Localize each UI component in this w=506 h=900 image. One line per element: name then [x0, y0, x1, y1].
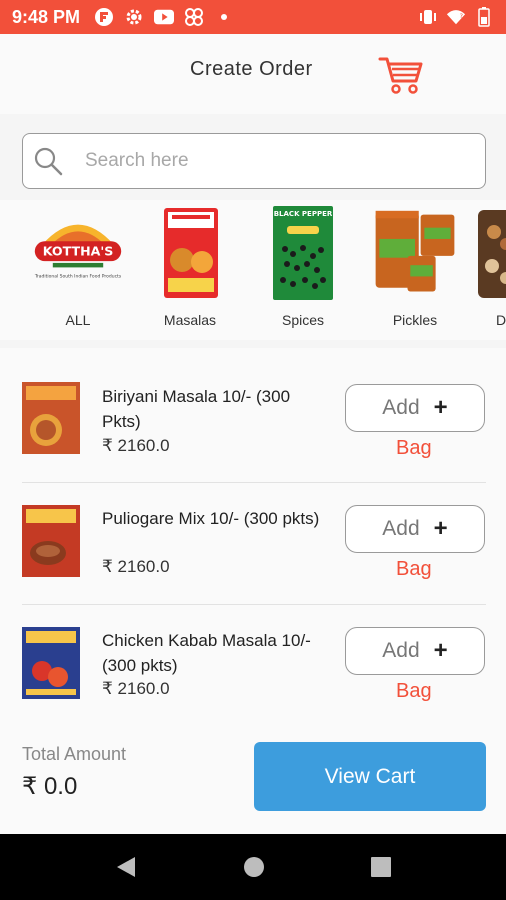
product-image: [22, 505, 80, 577]
plus-icon: +: [433, 637, 448, 664]
dot-icon: [214, 7, 234, 27]
flipboard-icon: [94, 7, 114, 27]
bag-label: Bag: [396, 437, 432, 459]
add-label: Add: [382, 517, 420, 540]
category-label: Spices: [281, 312, 325, 328]
add-button[interactable]: Add +: [345, 627, 485, 675]
category-strip[interactable]: KOTTHA'S Traditional South Indian Food P…: [0, 200, 506, 340]
product-price: ₹ 2160.0: [102, 679, 170, 698]
bag-label: Bag: [396, 680, 432, 702]
total-value: ₹ 0.0: [22, 773, 78, 800]
product-price: ₹ 2160.0: [102, 436, 170, 455]
product-list: Biriyani Masala 10/- (300 Pkts) ₹ 2160.0…: [0, 348, 506, 718]
product-image: [22, 382, 80, 454]
kotthas-logo: KOTTHA'S Traditional South Indian Food P…: [33, 204, 123, 302]
recents-icon[interactable]: [368, 854, 394, 880]
home-icon[interactable]: [241, 854, 267, 880]
back-icon[interactable]: [113, 854, 139, 880]
cart-icon[interactable]: [378, 54, 424, 96]
masala-pack: [145, 204, 235, 302]
total-label: Total Amount: [22, 744, 127, 764]
add-label: Add: [382, 639, 420, 662]
plus-icon: +: [433, 394, 448, 421]
status-time: 9:48 PM: [12, 6, 81, 27]
category-dry-fruits[interactable]: D: [478, 200, 506, 328]
category-label: Pickles: [392, 312, 438, 328]
svg-text:BLACK PEPPER: BLACK PEPPER: [274, 210, 333, 218]
product-price: ₹ 2160.0: [102, 557, 170, 576]
app-header: Create Order: [0, 34, 506, 114]
search-icon: [33, 146, 63, 176]
dry-fruits-box: [478, 204, 506, 302]
category-label: Masalas: [163, 312, 217, 328]
product-image: [22, 627, 80, 699]
svg-text:KOTTHA'S: KOTTHA'S: [43, 244, 114, 259]
category-pickles[interactable]: Pickles: [365, 200, 465, 328]
add-button[interactable]: Add +: [345, 384, 485, 432]
product-name: Chicken Kabab Masala 10/- (300 pkts): [102, 631, 311, 675]
black-pepper-pack: BLACK PEPPER: [258, 204, 348, 302]
page-title: Create Order: [190, 58, 313, 80]
search-input[interactable]: [85, 150, 445, 172]
product-name: Biriyani Masala 10/- (300 Pkts): [102, 387, 291, 431]
status-bar: 9:48 PM ?: [0, 0, 506, 34]
fan-icon: [184, 7, 204, 27]
product-row: Chicken Kabab Masala 10/- (300 pkts) ₹ 2…: [0, 591, 506, 712]
category-label: ALL: [65, 312, 91, 328]
search-bar[interactable]: [22, 133, 486, 189]
category-all[interactable]: KOTTHA'S Traditional South Indian Food P…: [28, 200, 128, 328]
category-label: D: [496, 312, 506, 328]
add-button[interactable]: Add +: [345, 505, 485, 553]
category-spices[interactable]: BLACK PEPPER Spices: [253, 200, 353, 328]
youtube-icon: [154, 7, 175, 27]
svg-text:Traditional South Indian Food: Traditional South Indian Food Products: [34, 273, 122, 279]
bag-label: Bag: [396, 558, 432, 580]
product-name: Puliogare Mix 10/- (300 pkts): [102, 509, 320, 528]
product-row: Biriyani Masala 10/- (300 Pkts) ₹ 2160.0…: [0, 348, 506, 469]
settings-icon: [124, 7, 144, 27]
plus-icon: +: [433, 515, 448, 542]
system-nav-bar: [0, 834, 506, 900]
product-row: Puliogare Mix 10/- (300 pkts) ₹ 2160.0 A…: [0, 469, 506, 590]
order-footer: Total Amount ₹ 0.0 View Cart: [0, 718, 506, 834]
battery-icon: [474, 7, 494, 27]
wifi-icon: ?: [446, 7, 466, 27]
svg-text:?: ?: [460, 13, 463, 20]
pickle-jars: [370, 204, 460, 302]
view-cart-button[interactable]: View Cart: [254, 742, 486, 811]
vibrate-icon: [418, 7, 438, 27]
add-label: Add: [382, 396, 420, 419]
category-masalas[interactable]: Masalas: [140, 200, 240, 328]
